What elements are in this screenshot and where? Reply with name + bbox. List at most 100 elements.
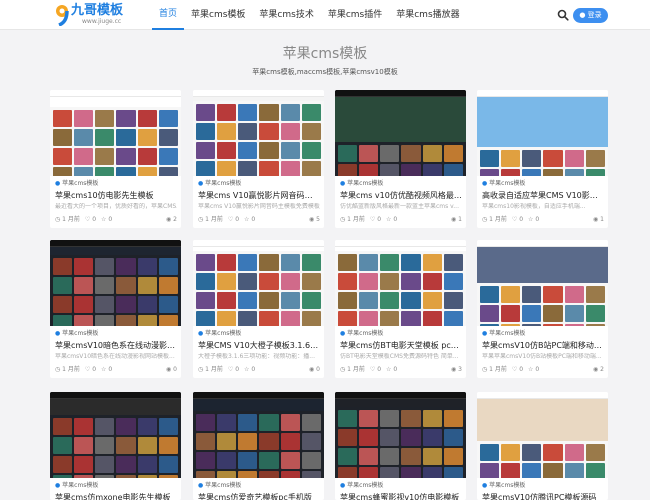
poster [301,142,321,159]
poster [158,129,178,146]
poster [217,123,237,140]
card-title[interactable]: 苹果cms v10仿优酷视频风格最新... [340,190,462,201]
card-title[interactable]: 高收录自适应苹果CMS V10影视... [482,190,604,201]
card-description: 仿BT电影天堂模板CMS免费源码特色 简单... [340,353,459,360]
card-category[interactable]: ● 苹果cms模板 [55,330,98,338]
login-button[interactable]: ● 登录 [573,8,608,23]
template-card[interactable]: ● 苹果cms模板 苹果cms10仿电影先生模板 最近看大的一个项目，优质好看的，苹… [50,90,181,228]
card-title[interactable]: 苹果cms10仿电影先生模板 [55,190,177,201]
card-category[interactable]: ● 苹果cms模板 [482,180,525,188]
card-thumbnail[interactable] [193,90,324,176]
card-title[interactable]: 苹果cmsV10暗色系在线动漫影视... [55,340,177,351]
card-thumbnail[interactable] [50,90,181,176]
poster [137,167,157,176]
template-card[interactable]: ● 苹果cms模板 苹果cmsV10仿B站PC端和移动端... 苹果苹果cmsV10… [477,240,608,378]
poster [480,305,500,322]
poster [338,410,358,427]
thumbnail-banner [335,247,466,251]
poster [422,164,442,176]
meta-favs-value: 0 [393,216,398,223]
template-card[interactable]: ● 苹果cms模板 苹果CMS V10大橙子模板3.1.6去... 大橙子模板3.1… [193,240,324,378]
meta-likes-value: 0 [519,216,524,223]
card-thumbnail[interactable] [193,392,324,478]
template-card[interactable]: ● 苹果cms模板苹果cms仿爱奇艺模板pc手机版 [193,392,324,500]
card-description: 苹果cms V10赢悦影片网音码主模板免费模板... [198,203,320,210]
poster [585,169,605,176]
poster [116,456,136,473]
card-title[interactable]: 苹果cms仿BT电影天堂模板 pc+w... [340,340,462,351]
poster [74,148,94,165]
card-category[interactable]: ● 苹果cms模板 [340,330,383,338]
thumbnail-banner [193,247,324,251]
thumbnail-posters [338,254,463,326]
card-category[interactable]: ● 苹果cms模板 [198,180,241,188]
card-title[interactable]: 苹果cms V10赢悦影片网音码模板 [198,190,320,201]
card-meta: ◷ 1 月前 ♡ 0 ☆ 0 ◉ 2 [482,366,604,374]
nav-item-home[interactable]: 首页 [152,0,185,30]
card-category[interactable]: ● 苹果cms模板 [55,482,98,490]
meta-favs: ☆ 0 [244,366,255,373]
poster [158,277,178,294]
poster [443,273,463,290]
poster [585,444,605,461]
poster [217,104,237,121]
poster [116,296,136,313]
card-meta: ◷ 1 月前 ♡ 0 ☆ 0 ◉ 5 [198,216,320,224]
poster [359,254,379,271]
category-label: 苹果cms模板 [347,180,384,187]
card-thumbnail[interactable] [50,392,181,478]
site-logo[interactable]: 九哥模板 www.jiuge.cc [54,3,134,27]
template-card[interactable]: ● 苹果cms模板苹果cmsV10仿腾讯PC模板源码 [477,392,608,500]
poster [422,429,442,446]
card-thumbnail[interactable] [477,240,608,326]
card-thumbnail[interactable] [193,240,324,326]
card-thumbnail[interactable] [477,392,608,478]
card-title[interactable]: 苹果cms仿mxone电影先生模板 [55,492,177,500]
template-card[interactable]: ● 苹果cms模板 苹果cmsV10暗色系在线动漫影视... 苹果cmsV10暗色系… [50,240,181,378]
card-title[interactable]: 苹果CMS V10大橙子模板3.1.6去... [198,340,320,351]
nav-item-cms-player[interactable]: 苹果cms播放器 [389,0,466,30]
poster [501,150,521,167]
template-card[interactable]: ● 苹果cms模板 高收录自适应苹果CMS V10影视... 苹果cms10影视模板… [477,90,608,228]
card-thumbnail[interactable] [335,90,466,176]
card-thumbnail[interactable] [50,240,181,326]
search-icon[interactable] [557,9,569,21]
poster [95,315,115,326]
meta-likes-value: 0 [377,216,382,223]
card-thumbnail[interactable] [477,90,608,176]
card-thumbnail[interactable] [335,392,466,478]
template-card[interactable]: ● 苹果cms模板苹果cms V10赢悦影片网音码模板苹果cms V10赢悦影片… [193,90,324,228]
poster [53,258,73,275]
card-category[interactable]: ● 苹果cms模板 [482,330,525,338]
card-category[interactable]: ● 苹果cms模板 [198,330,241,338]
card-category[interactable]: ● 苹果cms模板 [340,180,383,188]
category-label: 苹果cms模板 [205,482,242,489]
poster [137,148,157,165]
poster [443,292,463,309]
thumbnail-posters [53,110,178,176]
card-title[interactable]: 苹果cmsV10仿B站PC端和移动端... [482,340,604,351]
meta-favs: ☆ 0 [101,216,112,223]
card-thumbnail[interactable] [335,240,466,326]
poster [74,277,94,294]
poster [585,286,605,303]
card-category[interactable]: ● 苹果cms模板 [482,482,525,490]
nav-item-cms-templates[interactable]: 苹果cms模板 [184,0,252,30]
card-category[interactable]: ● 苹果cms模板 [340,482,383,490]
meta-likes: ♡ 0 [85,366,96,373]
card-title[interactable]: 苹果cmsV10仿腾讯PC模板源码 [482,492,604,500]
template-card[interactable]: ● 苹果cms模板苹果cms仿mxone电影先生模板 [50,392,181,500]
poster [196,142,216,159]
template-card[interactable]: ● 苹果cms模板苹果cms蜂蜜影视v10仿电影模板 [335,392,466,500]
card-title[interactable]: 苹果cms蜂蜜影视v10仿电影模板 [340,492,462,500]
poster [196,311,216,326]
card-category[interactable]: ● 苹果cms模板 [198,482,241,490]
nav-item-cms-plugins[interactable]: 苹果cms插件 [321,0,389,30]
poster [338,467,358,478]
nav-item-cms-tech[interactable]: 苹果cms技术 [252,0,320,30]
template-card[interactable]: ● 苹果cms模板苹果cms仿BT电影天堂模板 pc+w... 仿BT电影天堂模板… [335,240,466,378]
template-card[interactable]: ● 苹果cms模板 苹果cms v10仿优酷视频风格最新... 仿优酷蓝新版风格最新… [335,90,466,228]
card-meta: ◷ 1 月前 ♡ 0 ☆ 0 ◉ 0 [55,366,177,374]
card-title[interactable]: 苹果cms仿爱奇艺模板pc手机版 [198,492,320,500]
card-category[interactable]: ● 苹果cms模板 [55,180,98,188]
